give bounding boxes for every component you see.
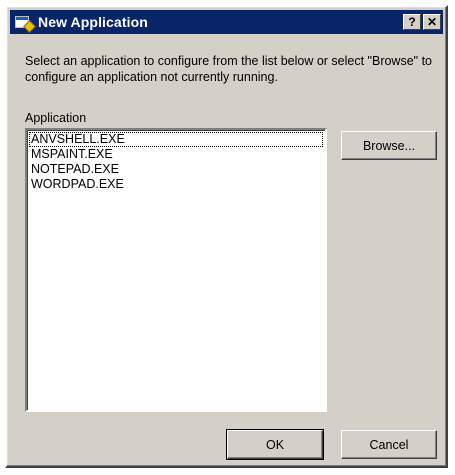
list-item[interactable]: ANVSHELL.EXE [29,132,323,147]
title-bar[interactable]: New Application ? ✕ [10,10,443,34]
window-title: New Application [38,14,148,30]
list-item[interactable]: MSPAINT.EXE [29,147,323,162]
list-item[interactable]: NOTEPAD.EXE [29,162,323,177]
ok-button[interactable]: OK [226,429,324,460]
browse-button[interactable]: Browse... [341,131,437,160]
list-item[interactable]: WORDPAD.EXE [29,177,323,192]
application-icon [14,14,36,33]
help-icon[interactable]: ? [403,14,421,30]
title-buttons: ? ✕ [403,14,443,30]
new-application-dialog: New Application ? ✕ Select an applicatio… [5,5,448,468]
application-listbox[interactable]: ANVSHELL.EXE MSPAINT.EXE NOTEPAD.EXE WOR… [25,128,327,412]
application-list-label: Application [25,111,87,125]
cancel-button[interactable]: Cancel [341,430,437,459]
instruction-text: Select an application to configure from … [25,54,432,84]
close-icon[interactable]: ✕ [423,14,441,30]
